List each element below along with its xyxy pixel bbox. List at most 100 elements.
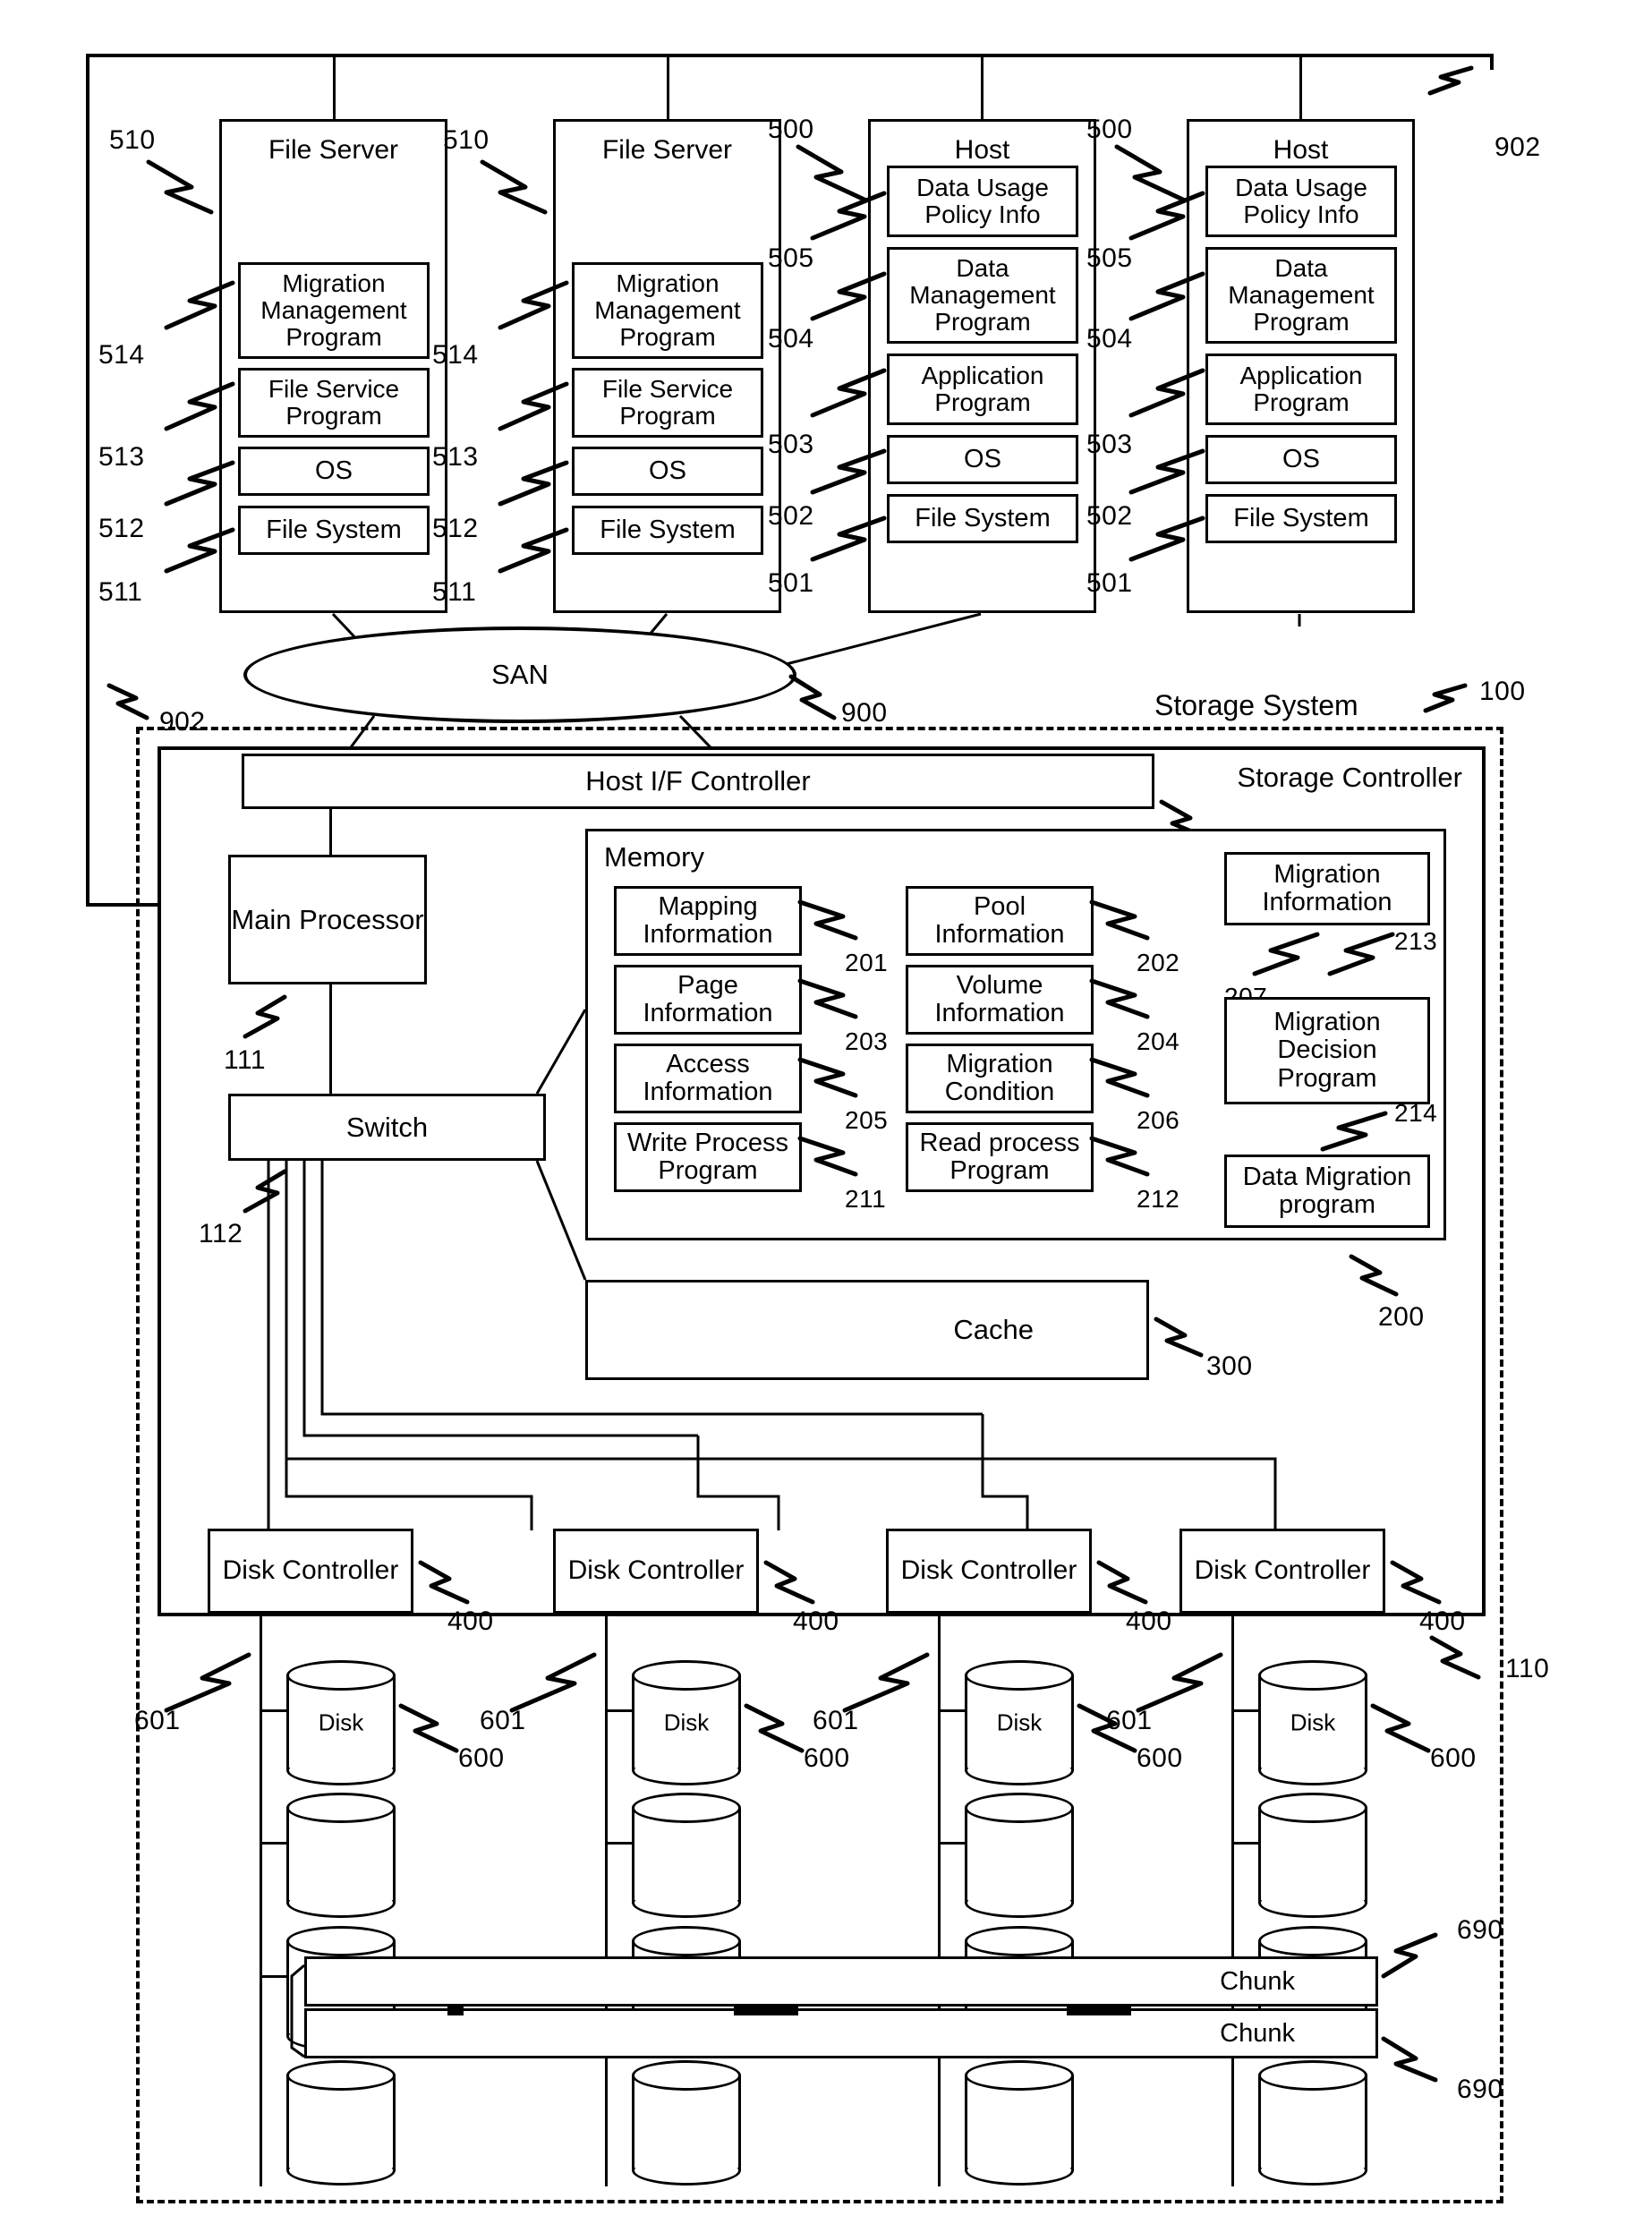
ref-400-a: 400 <box>447 1606 494 1636</box>
host-2-module-file-system: File System <box>1205 494 1397 543</box>
ref-601-d: 601 <box>1106 1706 1153 1735</box>
disk-4-row-1: Disk <box>1258 1660 1367 1785</box>
disk-1-row-1: Disk <box>286 1660 396 1785</box>
disk-3-row-3-top <box>965 1926 1074 1956</box>
ref-503-b: 503 <box>1086 430 1133 459</box>
memory-col1-2-label: Access Information <box>643 1049 773 1106</box>
ref-211: 211 <box>845 1185 887 1213</box>
disk-controller-2-label: Disk Controller <box>567 1555 745 1586</box>
chunk-bar-1: Chunk <box>304 1956 1378 2007</box>
memory-data-migration-program: Data Migration program <box>1224 1155 1430 1228</box>
leader-510-a <box>145 157 230 219</box>
ref-300: 300 <box>1206 1351 1253 1381</box>
disk-2-row-4-top <box>632 2060 741 2091</box>
ref-400-b: 400 <box>793 1606 839 1636</box>
leader-500-a <box>795 141 880 206</box>
ref-601-a: 601 <box>134 1706 181 1735</box>
disk-bus-4 <box>1231 1614 1234 2186</box>
main-processor: Main Processor <box>228 855 427 984</box>
outer-network-left-leg <box>86 54 89 906</box>
host-2-module-os: OS <box>1205 435 1397 484</box>
disk-controller-4: Disk Controller <box>1179 1529 1385 1614</box>
file-server-2-module-1-label: File Service Program <box>601 374 734 430</box>
memory-pool-information: Pool Information <box>906 886 1094 956</box>
file-server-2-module-0-label: Migration Management Program <box>594 268 741 352</box>
host-2-downlink <box>1299 54 1302 121</box>
ref-200: 200 <box>1378 1302 1425 1332</box>
top-network-bus <box>86 54 1493 57</box>
disk-controller-4-label: Disk Controller <box>1194 1555 1371 1586</box>
file-server-1-title: File Server <box>268 135 399 165</box>
leader-500-b <box>1113 141 1198 206</box>
ref-214: 214 <box>1394 1099 1438 1127</box>
ref-110: 110 <box>1505 1654 1550 1683</box>
ref-502-a: 502 <box>768 501 814 531</box>
host-2-module-4-label: File System <box>1233 503 1369 533</box>
ref-514-a: 514 <box>98 340 145 370</box>
disk-controller-2: Disk Controller <box>553 1529 759 1614</box>
ref-400-c: 400 <box>1126 1606 1172 1636</box>
switch: Switch <box>228 1094 546 1161</box>
ref-511-a: 511 <box>98 577 143 607</box>
disk-1-row-2 <box>286 1793 396 1918</box>
storage-system-title: Storage System <box>1154 689 1358 721</box>
memory-migration-information: Migration Information <box>1224 852 1430 925</box>
file-server-2-module-migration-management: Migration Management Program <box>572 262 763 359</box>
disk-1-row-1-label: Disk <box>318 1708 364 1736</box>
disk-4-row-1-label: Disk <box>1290 1708 1336 1736</box>
ref-601-c: 601 <box>813 1706 859 1735</box>
memory-write-process-program: Write Process Program <box>614 1122 802 1192</box>
disk-1-row-3-top <box>286 1926 396 1956</box>
ref-505-a: 505 <box>768 243 814 273</box>
ref-690-b: 690 <box>1457 2075 1503 2104</box>
host-2-module-application-program: Application Program <box>1205 354 1397 425</box>
ref-501-a: 501 <box>768 568 814 598</box>
fileserver-2-downlink <box>667 54 669 121</box>
disk-stub-1-r1 <box>260 1709 288 1712</box>
top-bus-right-stub <box>1490 54 1494 70</box>
host-2-module-1-label: Data Management Program <box>1228 253 1375 337</box>
disk-3-row-1-top <box>965 1660 1074 1691</box>
host-2-title: Host <box>1273 135 1329 165</box>
host-1-module-os: OS <box>887 435 1078 484</box>
ref-513-a: 513 <box>98 442 145 472</box>
file-server-2-module-os: OS <box>572 447 763 496</box>
disk-3-row-2 <box>965 1793 1074 1918</box>
ref-511-b: 511 <box>432 577 477 607</box>
memory-mapping-information: Mapping Information <box>614 886 802 956</box>
memory-col1-3-label: Write Process Program <box>627 1128 788 1185</box>
ref-501-b: 501 <box>1086 568 1133 598</box>
host-1-module-file-system: File System <box>887 494 1078 543</box>
memory-migration-condition: Migration Condition <box>906 1044 1094 1113</box>
file-server-2-title: File Server <box>601 135 733 165</box>
cache-label: Cache <box>953 1314 1034 1346</box>
disk-stub-2-r2 <box>605 1842 634 1845</box>
cache: Cache <box>585 1280 1149 1380</box>
file-server-1-module-file-service: File Service Program <box>238 368 430 438</box>
disk-controller-1: Disk Controller <box>208 1529 413 1614</box>
disk-4-row-1-top <box>1258 1660 1367 1691</box>
host-1-module-data-management-program: Data Management Program <box>887 247 1078 344</box>
host-1-module-3-label: OS <box>964 444 1001 473</box>
host-1-title: Host <box>954 135 1010 165</box>
host-1-module-4-label: File System <box>915 503 1051 533</box>
disk-stub-2-r1 <box>605 1709 634 1712</box>
memory-title: Memory <box>604 841 704 873</box>
san-cloud: SAN <box>243 626 796 723</box>
ref-902-top: 902 <box>1494 132 1541 162</box>
ref-600-d: 600 <box>1430 1743 1477 1773</box>
ref-600-b: 600 <box>804 1743 850 1773</box>
chunk-bar-2: Chunk <box>304 2008 1378 2058</box>
host-1-module-1-label: Data Management Program <box>909 253 1056 337</box>
ref-504-a: 504 <box>768 324 814 354</box>
ref-201: 201 <box>845 949 889 976</box>
ref-510-a: 510 <box>109 125 156 155</box>
memory-col1-1-label: Page Information <box>643 970 773 1027</box>
ref-504-b: 504 <box>1086 324 1133 354</box>
disk-3-row-4-top <box>965 2060 1074 2091</box>
memory-col2-1-label: Volume Information <box>934 970 1065 1027</box>
leader-902-top <box>1427 63 1500 102</box>
memory-col2-0-label: Pool Information <box>934 891 1065 949</box>
figure-canvas: 902 902 File Server Migration Management… <box>0 0 1652 2224</box>
disk-3-row-4 <box>965 2060 1074 2186</box>
